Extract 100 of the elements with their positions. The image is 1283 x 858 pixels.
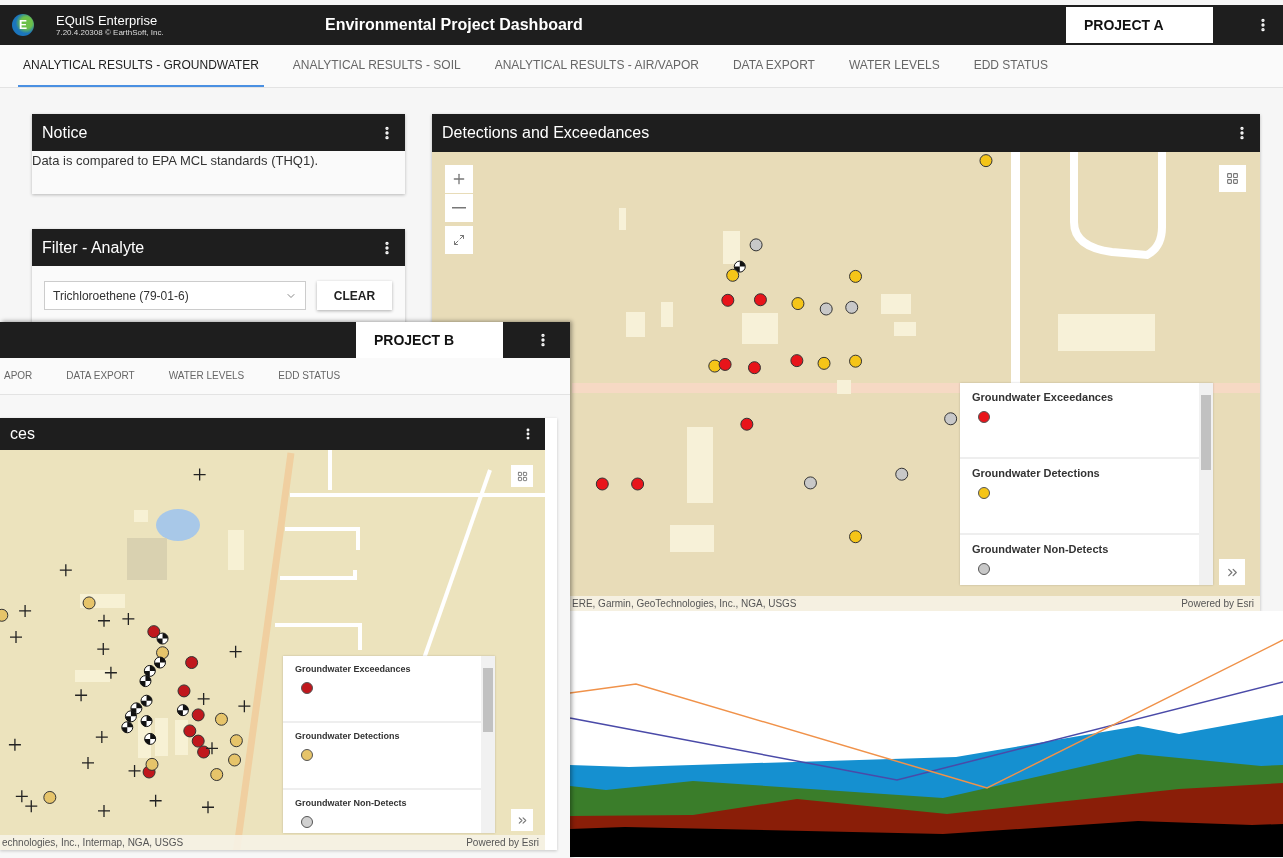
building [155,718,168,756]
cross-marker-icon [97,614,111,628]
map-marker[interactable] [228,753,242,767]
plus-icon [451,171,467,187]
map-marker[interactable] [82,596,96,610]
map-marker[interactable] [718,357,732,371]
building [619,208,626,230]
powered-by-text: Powered by Esri [466,837,539,848]
crosshair-marker-icon [140,715,153,728]
map-marker[interactable] [214,712,228,726]
building [670,525,714,552]
cross-marker-icon [59,563,73,577]
map-marker[interactable] [817,356,831,370]
dashboard-title: Environmental Project Dashboard [325,16,583,34]
pond [156,509,200,541]
map-marker[interactable] [979,154,993,168]
crosshair-marker-icon [140,694,153,707]
tab[interactable]: WATER LEVELS [164,358,249,394]
map-marker[interactable] [631,477,645,491]
scrollbar[interactable] [1199,383,1213,585]
map-marker[interactable] [726,268,740,282]
map-marker[interactable] [191,734,205,748]
cross-marker-icon [15,789,29,803]
tab[interactable]: ANALYTICAL RESULTS - AIR/VAPOR [489,45,704,87]
scrollbar[interactable] [481,656,495,833]
map-marker[interactable] [210,768,224,782]
map-marker[interactable] [191,708,205,722]
map-marker[interactable] [197,745,211,759]
map-marker[interactable] [0,608,9,622]
cross-marker-icon [18,604,32,618]
map-marker[interactable] [849,530,863,544]
cross-marker-icon [24,799,38,813]
expand-button[interactable] [511,809,533,831]
legend-label: Groundwater Detections [972,467,1101,479]
legend-label: Groundwater Detections [295,731,401,741]
card-title: Notice [42,123,88,142]
cross-marker-icon [81,756,95,770]
road [328,450,332,490]
tab[interactable]: DATA EXPORT [62,358,139,394]
tab[interactable]: WATER LEVELS [843,45,945,87]
map-marker[interactable] [185,656,199,670]
map-marker[interactable] [749,238,763,252]
grid-button[interactable] [511,465,533,487]
minus-icon [452,207,466,209]
cross-marker-icon [197,692,211,706]
expand-arrows-icon [453,234,465,246]
tab[interactable]: EDD STATUS [274,358,345,394]
map-marker[interactable] [895,467,909,481]
map-marker[interactable] [177,684,191,698]
fullscreen-button[interactable] [445,226,473,254]
cross-marker-icon [205,741,219,755]
cross-marker-icon [201,800,215,814]
tab[interactable]: APOR [0,358,37,394]
map-marker[interactable] [740,417,754,431]
card-title: ces [10,425,35,443]
zoom-in-button[interactable] [445,165,473,193]
map-marker[interactable] [747,361,761,375]
building [127,538,167,580]
expand-button[interactable] [1219,559,1245,585]
analyte-select[interactable]: Trichloroethene (79-01-6) [44,281,306,310]
map-marker[interactable] [145,757,159,771]
map-marker[interactable] [43,790,57,804]
card-title: Filter - Analyte [42,238,145,257]
cross-marker-icon [104,666,118,680]
map-marker[interactable] [849,354,863,368]
grid-button[interactable] [1219,165,1246,192]
tab[interactable]: ANALYTICAL RESULTS - GROUNDWATER [18,45,264,87]
tab[interactable]: EDD STATUS [968,45,1053,87]
map-marker[interactable] [753,293,767,307]
grid-icon [516,470,528,482]
map-marker[interactable] [183,724,197,738]
map-marker[interactable] [803,476,817,490]
tab[interactable]: ANALYTICAL RESULTS - SOIL [287,45,466,87]
cross-marker-icon [8,738,22,752]
map-marker[interactable] [819,302,833,316]
crosshair-marker-icon [176,704,189,717]
map-attribution: ERE, Garmin, GeoTechnologies, Inc., NGA, USGS [572,598,797,609]
map-marker[interactable] [156,646,170,660]
notice-text: Data is compared to EPA MCL standards (THQ1). [32,152,320,170]
building [837,380,851,394]
clear-button[interactable]: CLEAR [317,281,392,310]
cross-marker-icon [193,467,207,482]
map-marker[interactable] [229,734,243,748]
powered-by-text: Powered by Esri [1181,598,1254,609]
map-marker[interactable] [595,477,609,491]
map-marker[interactable] [721,293,735,307]
map-marker[interactable] [708,359,722,373]
crosshair-marker-icon [124,710,137,723]
cross-marker-icon [96,642,110,656]
map-marker[interactable] [944,412,958,426]
map-attribution: echnologies, Inc., Intermap, NGA, USGS [2,837,184,848]
map-marker[interactable] [845,300,859,314]
building [75,670,110,682]
map-marker[interactable] [791,297,805,311]
tab[interactable]: DATA EXPORT [727,45,820,87]
map-marker[interactable] [849,269,863,283]
map-marker[interactable] [790,354,804,368]
legend-label: Groundwater Non-Detects [295,798,408,808]
legend-label: Groundwater Exceedances [972,391,1115,403]
map-marker[interactable] [147,625,161,639]
